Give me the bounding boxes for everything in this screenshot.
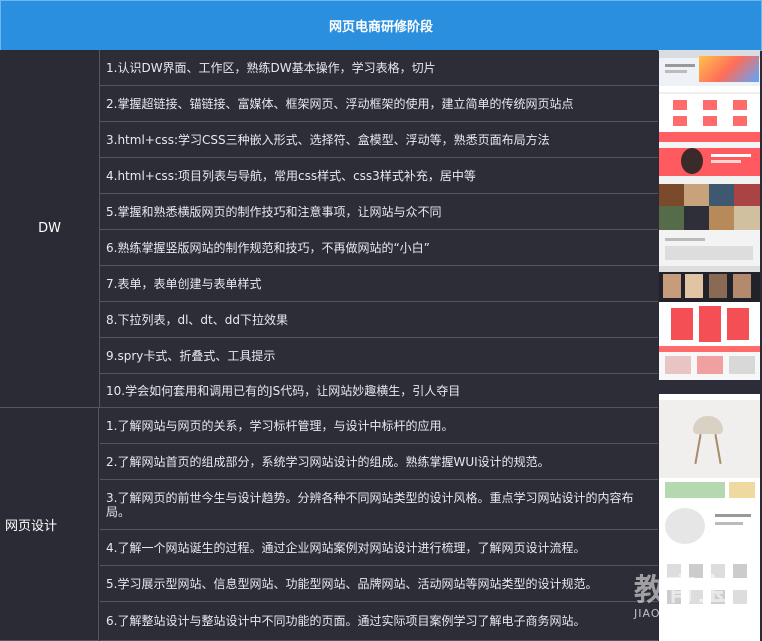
table-title: 网页电商研修阶段 (328, 20, 433, 35)
table-row: 10.学会如何套用和调用已有的JS代码，让网站妙趣横生，引人夺目 (100, 374, 658, 408)
table-row: 9.spry卡式、折叠式、工具提示 (100, 338, 658, 374)
table-row: 4.了解一个网站诞生的过程。通过企业网站案例对网站设计进行梳理，了解网页设计流程… (100, 530, 658, 566)
table-row: 2.掌握超链接、锚链接、富媒体、框架网页、浮动框架的使用，建立简单的传统网页站点 (100, 86, 658, 122)
thumbnail-image (659, 86, 760, 142)
table-row: 8.下拉列表，dl、dt、dd下拉效果 (100, 302, 658, 338)
thumbnail-image (659, 50, 760, 86)
table-row: 1.了解网站与网页的关系，学习标杆管理，与设计中标杆的应用。 (100, 408, 658, 444)
thumbnail-image (659, 302, 760, 346)
thumbnail-image (659, 176, 760, 230)
table-row: 5.掌握和熟悉横版网页的制作技巧和注意事项，让网站与众不同 (100, 194, 658, 230)
table-header: 网页电商研修阶段 (0, 0, 762, 51)
table-row: 4.html+css:项目列表与导航，常用css样式、css3样式补充，居中等 (100, 158, 658, 194)
thumbnail-image (659, 394, 760, 478)
table-row: 3.了解网页的前世今生与设计趋势。分辨各种不同网站类型的设计风格。重点学习网站设… (100, 480, 658, 530)
page: 网页电商研修阶段 DW 网页设计 1.认识DW界面、工作区，熟练DW基本操作，学… (0, 0, 762, 641)
table-row: 6.了解整站设计与整站设计中不同功能的页面。通过实际项目案例学习了解电子商务网站… (100, 602, 658, 641)
section-label-webdesign: 网页设计 (0, 408, 99, 641)
table-row: 1.认识DW界面、工作区，熟练DW基本操作，学习表格，切片 (100, 50, 658, 86)
thumbnail-image (659, 230, 760, 266)
thumbnail-image (659, 142, 760, 176)
thumbnail-column (659, 50, 760, 641)
table-row: 6.熟练掌握竖版网站的制作规范和技巧，不再做网站的“小白” (100, 230, 658, 266)
thumbnail-image (659, 346, 760, 394)
section-label-dw: DW (0, 50, 100, 408)
table-row: 2.了解网站首页的组成部分，系统学习网站设计的组成。熟练掌握WUI设计的规范。 (100, 444, 658, 480)
table-row: 7.表单，表单创建与表单样式 (100, 266, 658, 302)
watermark-logo: 教育宝 JIAOYUBAO.CN (634, 573, 730, 620)
table-row: 3.html+css:学习CSS三种嵌入形式、选择符、盒模型、浮动等，熟悉页面布… (100, 122, 658, 158)
table-row: 5.学习展示型网站、信息型网站、功能型网站、品牌网站、活动网站等网站类型的设计规… (100, 566, 658, 602)
thumbnail-image (659, 266, 760, 302)
